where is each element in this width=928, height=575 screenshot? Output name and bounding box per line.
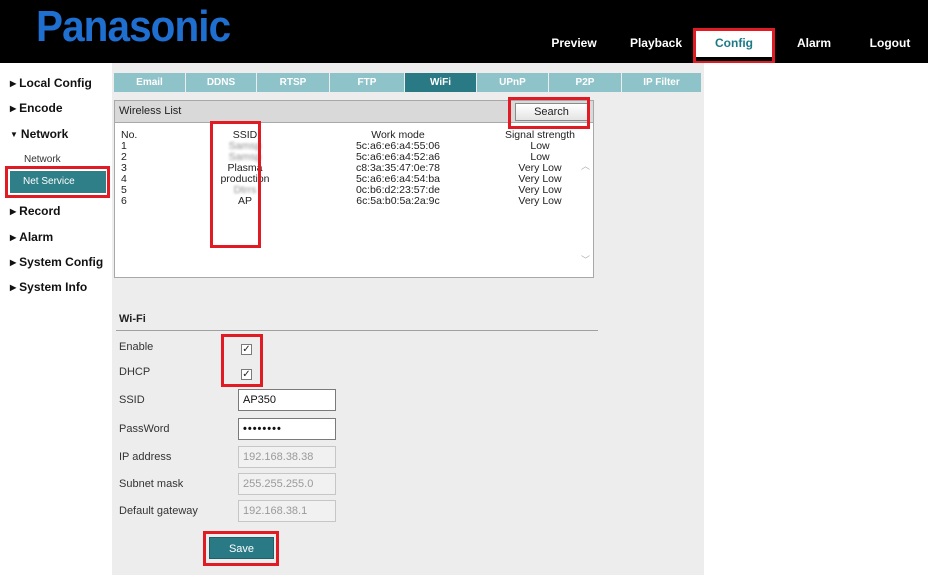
nav-alarm[interactable]: Alarm <box>786 31 842 57</box>
password-input[interactable]: •••••••• <box>238 418 336 440</box>
subnet-mask-label: Subnet mask <box>119 478 184 490</box>
sidebar-sub-network[interactable]: Network <box>24 154 61 165</box>
ip-address-input[interactable]: 192.168.38.38 <box>238 446 336 468</box>
sidebar-item-network[interactable]: ▼ Network <box>10 127 68 141</box>
sidebar-item-label: Record <box>19 204 61 218</box>
sidebar-item-local-config[interactable]: ▶ Local Config <box>10 76 92 90</box>
password-label: PassWord <box>119 423 170 435</box>
tab-ftp[interactable]: FTP <box>330 73 405 92</box>
table-row[interactable]: 6 AP 6c:5a:b0:5a:2a:9c Very Low <box>115 196 585 207</box>
tab-rtsp[interactable]: RTSP <box>257 73 330 92</box>
tab-email[interactable]: Email <box>114 73 186 92</box>
save-button[interactable]: Save <box>209 537 274 559</box>
sidebar-item-label: System Config <box>19 255 104 269</box>
cell-work-mode: 6c:5a:b0:5a:2a:9c <box>356 195 440 207</box>
subnet-mask-input[interactable]: 255.255.255.0 <box>238 473 336 495</box>
triangle-right-icon: ▶ <box>10 79 17 88</box>
wireless-list-header: Wireless List Search <box>114 100 594 123</box>
triangle-right-icon: ▶ <box>10 207 17 216</box>
table-row[interactable]: 3 Plasma c8:3a:35:47:0e:78 Very Low <box>115 163 585 174</box>
sidebar-item-alarm[interactable]: ▶ Alarm <box>10 230 53 244</box>
search-button[interactable]: Search <box>515 103 588 121</box>
wifi-section-title: Wi-Fi <box>119 313 146 325</box>
enable-checkbox[interactable]: ✓ <box>241 344 252 355</box>
sidebar-item-label: Encode <box>19 101 63 115</box>
tab-ddns[interactable]: DDNS <box>186 73 257 92</box>
top-header: Panasonic Preview Playback Config Alarm … <box>0 0 928 63</box>
list-scrollbar[interactable]: ︿ ﹀ <box>580 125 592 275</box>
nav-playback[interactable]: Playback <box>624 31 688 57</box>
enable-label: Enable <box>119 341 154 353</box>
sidebar-item-record[interactable]: ▶ Record <box>10 204 61 218</box>
table-row[interactable]: 5 Dtrrs 0c:b6:d2:23:57:de Very Low <box>115 185 585 196</box>
panasonic-logo: Panasonic <box>36 2 231 51</box>
nav-logout[interactable]: Logout <box>860 31 920 57</box>
tab-p2p[interactable]: P2P <box>549 73 622 92</box>
dhcp-checkbox[interactable]: ✓ <box>241 369 252 380</box>
triangle-right-icon: ▶ <box>10 258 17 267</box>
sidebar-item-system-config[interactable]: ▶ System Config <box>10 255 103 269</box>
cell-no: 6 <box>121 195 127 207</box>
ssid-label: SSID <box>119 394 145 406</box>
ip-address-label: IP address <box>119 451 172 463</box>
table-row[interactable]: 2 Samsp 5c:a6:e6:a4:52:a6 Low <box>115 152 585 163</box>
sidebar-item-label: Network <box>20 127 69 141</box>
tab-ip-filter[interactable]: IP Filter <box>622 73 702 92</box>
tab-wifi[interactable]: WiFi <box>405 73 477 92</box>
sidebar-item-label: System Info <box>19 280 88 294</box>
scroll-up-icon[interactable]: ︿ <box>581 159 590 172</box>
wifi-divider <box>116 330 598 331</box>
sidebar-item-system-info[interactable]: ▶ System Info <box>10 280 87 294</box>
scroll-down-icon[interactable]: ﹀ <box>581 253 590 266</box>
cell-ssid: AP <box>237 195 252 207</box>
sidebar: ▶ Local Config ▶ Encode ▼ Network Network N… <box>0 63 112 575</box>
sidebar-item-label: Local Config <box>19 76 92 90</box>
nav-config[interactable]: Config <box>696 31 772 57</box>
sidebar-item-encode[interactable]: ▶ Encode <box>10 101 63 115</box>
wireless-list-table: No. SSID Work mode Signal strength 1 Sam… <box>114 123 594 278</box>
ssid-input[interactable]: AP350 <box>238 389 336 411</box>
table-row[interactable]: 4 production 5c:a6:e6:a4:54:ba Very Low <box>115 174 585 185</box>
dhcp-label: DHCP <box>119 366 151 378</box>
nav-preview[interactable]: Preview <box>544 31 604 57</box>
triangle-right-icon: ▶ <box>10 233 17 242</box>
sidebar-sub-net-service[interactable]: Net Service <box>10 171 106 193</box>
cell-signal: Very Low <box>518 195 562 207</box>
triangle-down-icon: ▼ <box>10 130 18 139</box>
default-gateway-input[interactable]: 192.168.38.1 <box>238 500 336 522</box>
sidebar-item-label: Alarm <box>19 230 54 244</box>
wireless-list-title: Wireless List <box>119 105 182 117</box>
triangle-right-icon: ▶ <box>10 104 17 113</box>
table-header-row: No. SSID Work mode Signal strength <box>115 130 585 141</box>
main-content: Email DDNS RTSP FTP WiFi UPnP P2P IP Fil… <box>112 63 704 575</box>
default-gateway-label: Default gateway <box>119 505 198 517</box>
triangle-right-icon: ▶ <box>10 283 17 292</box>
tab-upnp[interactable]: UPnP <box>477 73 549 92</box>
table-row[interactable]: 1 Samsp 5c:a6:e6:a4:55:06 Low <box>115 141 585 152</box>
